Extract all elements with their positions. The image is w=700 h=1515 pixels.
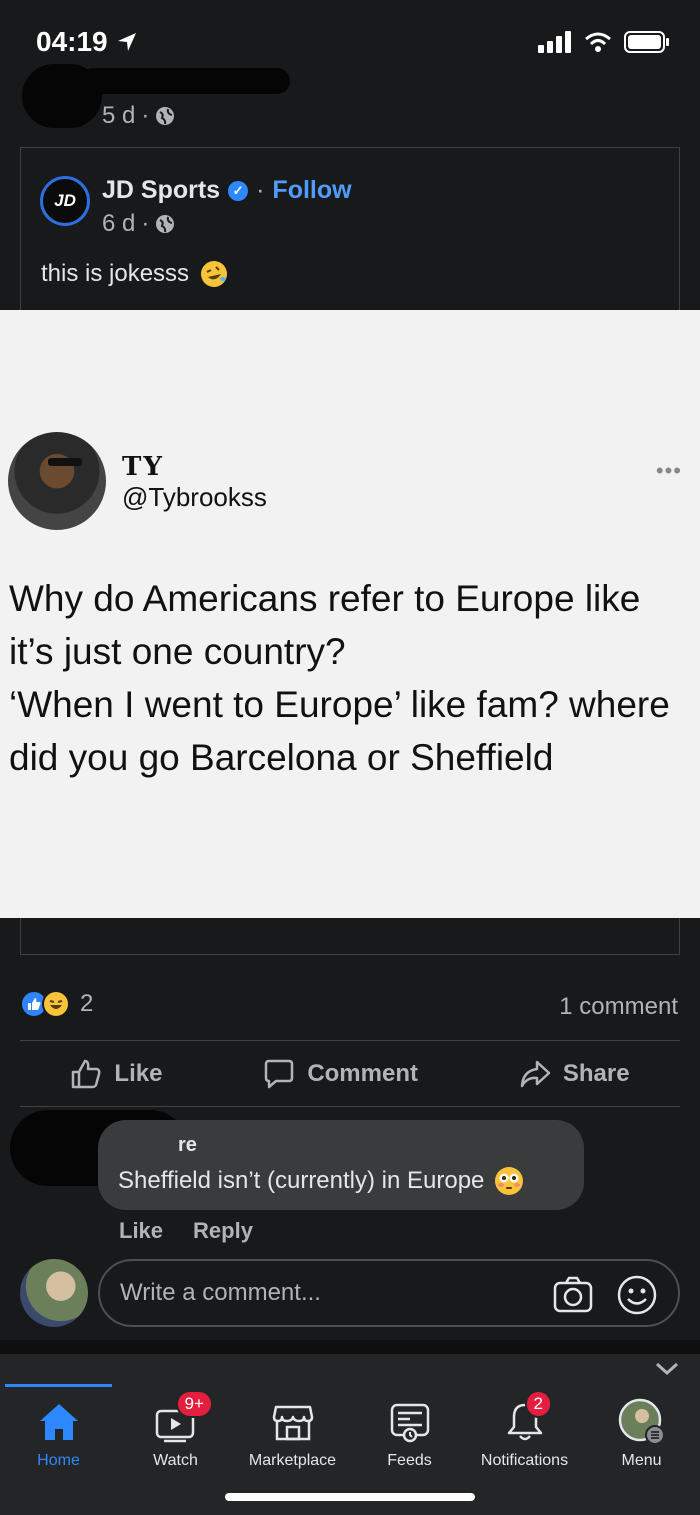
comment-button[interactable]: Comment: [263, 1058, 418, 1090]
comment-label: Comment: [307, 1060, 418, 1087]
tab-label: Watch: [153, 1452, 198, 1469]
home-indicator[interactable]: [225, 1493, 475, 1501]
tab-menu[interactable]: Menu: [583, 1398, 700, 1478]
tab-label: Menu: [621, 1452, 662, 1469]
like-button[interactable]: Like: [70, 1058, 162, 1090]
chevron-down-icon: [655, 1362, 679, 1376]
reactions-summary[interactable]: 2: [20, 990, 93, 1018]
flushed-emoji-icon: [495, 1167, 524, 1195]
globe-icon: [156, 215, 175, 233]
like-label: Like: [114, 1060, 163, 1087]
jd-logo: JD: [54, 191, 76, 210]
tweet-handle: @Tybrookss: [122, 482, 267, 512]
comment-like-button[interactable]: Like: [119, 1218, 163, 1244]
tweet-avatar: [8, 432, 106, 530]
watch-icon: 9+: [154, 1390, 213, 1446]
composer-icons: [552, 1274, 658, 1316]
comment-bubble[interactable]: re Sheffield isn’t (currently) in Europe: [98, 1120, 584, 1210]
divider: [20, 1040, 680, 1041]
tab-watch[interactable]: 9+ Watch: [117, 1390, 234, 1478]
divider: [20, 1106, 680, 1107]
menu-avatar-icon: [618, 1398, 666, 1446]
page-name[interactable]: JD Sports: [102, 176, 220, 205]
comment-body: Sheffield isn’t (currently) in Europe: [118, 1167, 485, 1194]
wifi-icon: [585, 32, 611, 52]
redacted-name: [80, 68, 290, 94]
post-caption: this is jokesss: [41, 260, 190, 287]
feeds-icon: [388, 1398, 432, 1446]
tab-label: Marketplace: [248, 1452, 337, 1469]
verified-badge-icon: ✓: [228, 180, 249, 201]
thumbs-up-icon: [72, 1059, 101, 1089]
camera-icon[interactable]: [552, 1274, 594, 1316]
sharer-meta: 5 d ·: [102, 102, 175, 130]
share-button[interactable]: Share: [519, 1058, 630, 1090]
tweet-body: Why do Americans refer to Europe like it…: [9, 578, 670, 778]
feed-separator: [0, 1340, 700, 1354]
battery-icon: [624, 31, 669, 53]
comment-count[interactable]: 1 comment: [559, 993, 678, 1021]
watch-badge: 9+: [175, 1390, 213, 1418]
comment-text: Sheffield isn’t (currently) in Europe: [118, 1166, 524, 1196]
comment-actions: Like Reply: [119, 1218, 253, 1244]
meta-separator: ·: [141, 102, 150, 129]
meta-separator: ·: [141, 210, 150, 237]
post-text: this is jokesss: [41, 259, 229, 289]
smiley-icon[interactable]: [616, 1274, 658, 1316]
sharer-header: 5 d ·: [20, 60, 420, 130]
tab-label: Feeds: [387, 1452, 432, 1469]
sharer-time: 5 d: [102, 102, 136, 129]
tab-notifications[interactable]: 2 Notifications: [466, 1390, 583, 1478]
page-header: JD Sports ✓ · Follow: [102, 176, 352, 205]
tab-label: Notifications: [480, 1452, 569, 1469]
post-time: 6 d: [102, 210, 136, 237]
comment-author[interactable]: re: [178, 1134, 197, 1157]
globe-icon: [156, 107, 175, 125]
rofl-emoji-icon: [201, 261, 228, 287]
comment-reply-button[interactable]: Reply: [193, 1218, 253, 1244]
share-label: Share: [562, 1060, 630, 1087]
tab-label: Home: [37, 1452, 80, 1469]
comment-bubble-icon: [265, 1059, 294, 1089]
status-time: 04:19: [36, 26, 138, 58]
tab-marketplace[interactable]: Marketplace: [234, 1398, 351, 1478]
reaction-count: 2: [80, 990, 94, 1017]
follow-separator: ·: [256, 176, 265, 204]
page-avatar[interactable]: JD: [40, 176, 90, 226]
bell-icon: 2: [503, 1390, 552, 1446]
tab-home[interactable]: Home: [0, 1398, 117, 1478]
post-actions: Like Comment Share: [20, 1042, 680, 1106]
clock-text: 04:19: [36, 26, 108, 57]
tweet-screenshot[interactable]: TY @Tybrookss ••• Why do Americans refer…: [0, 310, 700, 918]
more-options-icon: •••: [655, 458, 682, 483]
user-avatar[interactable]: [20, 1259, 88, 1327]
next-post-peek: [0, 1354, 700, 1384]
tab-feeds[interactable]: Feeds: [351, 1398, 468, 1478]
tweet-name: TY: [122, 452, 164, 482]
comment-input[interactable]: [120, 1279, 540, 1307]
share-arrow-icon: [520, 1060, 551, 1088]
page-meta: 6 d ·: [102, 210, 175, 238]
follow-button[interactable]: Follow: [272, 176, 351, 205]
haha-reaction-icon: [42, 990, 70, 1018]
cellular-signal-icon: [538, 31, 571, 53]
marketplace-icon: [271, 1398, 315, 1446]
comment-composer[interactable]: [98, 1259, 680, 1327]
status-icons: [538, 30, 670, 54]
active-tab-indicator: [5, 1384, 112, 1387]
notifications-badge: 2: [524, 1390, 552, 1418]
home-icon: [37, 1398, 81, 1446]
location-arrow-icon: [117, 33, 136, 51]
